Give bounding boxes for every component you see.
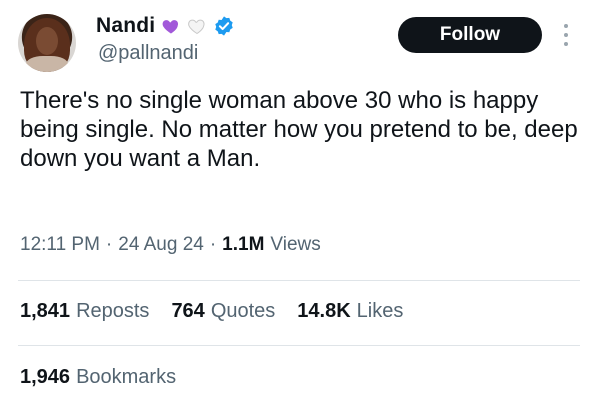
tweet-date[interactable]: 24 Aug 24 xyxy=(118,234,204,256)
quotes-stat[interactable]: 764 Quotes xyxy=(171,300,275,323)
tweet-card: Nandi @pallnandi Follow There's no singl… xyxy=(0,0,600,400)
divider xyxy=(18,280,580,281)
likes-count: 14.8K xyxy=(297,300,351,322)
meta-separator: · xyxy=(105,234,113,255)
tweet-text: There's no single woman above 30 who is … xyxy=(20,87,578,172)
quotes-label: Quotes xyxy=(210,300,276,322)
meta-separator: · xyxy=(209,234,217,255)
more-dot xyxy=(564,42,568,46)
reposts-label: Reposts xyxy=(76,300,150,322)
divider xyxy=(18,345,580,346)
white-heart-icon xyxy=(188,19,205,35)
avatar[interactable] xyxy=(18,14,76,72)
bookmarks-stat[interactable]: 1,946 Bookmarks xyxy=(20,366,176,389)
more-dot xyxy=(564,33,568,37)
purple-heart-icon xyxy=(162,20,179,34)
reposts-count: 1,841 xyxy=(20,300,71,322)
more-dot xyxy=(564,24,568,28)
bookmarks-label: Bookmarks xyxy=(76,366,177,388)
author-display-name[interactable]: Nandi xyxy=(96,14,155,38)
likes-label: Likes xyxy=(356,300,404,322)
avatar-shirt xyxy=(26,56,68,72)
avatar-face xyxy=(36,27,58,55)
tweet-time[interactable]: 12:11 PM xyxy=(20,234,100,256)
views-count: 1.1M xyxy=(222,234,265,255)
views-label: Views xyxy=(270,234,321,255)
bookmarks-count: 1,946 xyxy=(20,366,71,388)
reposts-stat[interactable]: 1,841 Reposts xyxy=(20,300,149,323)
quotes-count: 764 xyxy=(171,300,205,322)
tweet-meta: 12:11 PM · 24 Aug 24 · 1.1M Views xyxy=(20,234,321,256)
verified-badge-icon xyxy=(215,16,234,36)
follow-button[interactable]: Follow xyxy=(398,17,542,53)
author-handle[interactable]: @pallnandi xyxy=(98,42,198,65)
likes-stat[interactable]: 14.8K Likes xyxy=(297,300,403,323)
engagement-stats: 1,841 Reposts 764 Quotes 14.8K Likes xyxy=(20,300,403,323)
author-name-row: Nandi xyxy=(96,14,235,38)
more-options-icon[interactable] xyxy=(556,22,576,48)
